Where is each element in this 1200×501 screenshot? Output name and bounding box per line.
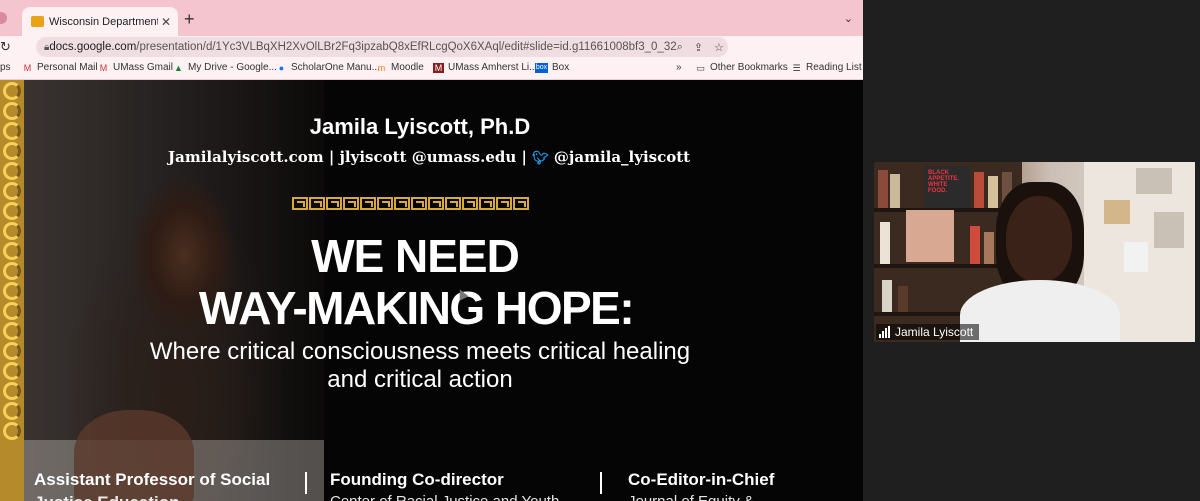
new-tab-button[interactable]: + [184, 10, 195, 28]
role-3: Co-Editor-in-Chief [628, 470, 775, 489]
contact-twitter: @jamila_lyiscott [553, 148, 691, 166]
box-icon: box [535, 62, 548, 73]
url-host: docs.google.com [49, 41, 137, 53]
role-1: Assistant Professor of Social [34, 470, 271, 489]
bookmarks-bar: ps M Personal Mail M UMass Gmail ▲ My Drive… [0, 58, 863, 80]
bookmark-label: Box [552, 62, 570, 73]
role-3-cut: Journal of Equity & [628, 493, 754, 501]
tab-title: Wisconsin Department of Publ [49, 15, 158, 28]
gmail-icon: M [99, 62, 108, 73]
bookmark-label: Reading List [806, 62, 862, 73]
slide-subtitle: Where critical consciousness meets criti… [149, 338, 691, 393]
role-divider [305, 472, 307, 494]
bookmark-label: Personal Mail [37, 62, 98, 73]
slide-title-line2: WAY-MAKING HOPE: [198, 282, 635, 334]
window-control[interactable] [0, 12, 7, 24]
bookmark-label: Other Bookmarks [710, 62, 788, 73]
share-icon[interactable]: ⇪ [694, 41, 703, 54]
bookmark-umass-library[interactable]: M UMass Amherst Li... [433, 62, 537, 73]
slides-favicon-icon [31, 16, 44, 27]
bookmark-label: ps [0, 62, 11, 73]
bookmark-moodle[interactable]: m Moodle [376, 62, 424, 73]
tab-search-icon[interactable]: ⌄ [844, 12, 853, 25]
reload-icon[interactable]: ↻ [0, 39, 11, 55]
folder-icon: ▭ [696, 62, 705, 73]
role-divider [600, 472, 602, 494]
tab-active[interactable]: Wisconsin Department of Publ ✕ [22, 7, 178, 36]
other-bookmarks-folder[interactable]: ▭ Other Bookmarks [695, 62, 788, 73]
slide-title-line1: WE NEED [311, 230, 520, 282]
umass-icon: M [433, 62, 444, 73]
drive-icon: ▲ [174, 62, 183, 73]
twitter-bird-icon: 🐦︎ [532, 151, 549, 166]
bookmark-scholarone[interactable]: ● ScholarOne Manu... [276, 62, 380, 73]
url-path: /presentation/d/1Yc3VLBqXH2XvOlLBr2Fq3ip… [136, 41, 677, 53]
presentation-slide[interactable]: Jamila Lyiscott, Ph.D Jamilalyiscott.com… [0, 80, 863, 501]
bookmark-personal-mail[interactable]: M Personal Mail [22, 62, 98, 73]
gold-spiral-border [0, 80, 24, 501]
role-1-cut: Justice Education [34, 493, 179, 501]
moodle-icon: m [377, 62, 386, 73]
scholarone-icon: ● [278, 62, 285, 73]
tab-close-icon[interactable]: ✕ [158, 15, 174, 29]
address-url: docs.google.com/presentation/d/1Yc3VLBqX… [49, 41, 676, 53]
slide-speaker-name: Jamila Lyiscott, Ph.D [309, 114, 531, 139]
participant-name: Jamila Lyiscott [895, 325, 974, 339]
framed-art [906, 210, 954, 262]
bookmark-umass-gmail[interactable]: M UMass Gmail [98, 62, 173, 73]
slide-roles: Assistant Professor of Social Justice Ed… [0, 468, 863, 501]
address-bar[interactable]: 🔒︎ docs.google.com/presentation/d/1Yc3VL… [36, 37, 728, 57]
role-2: Founding Co-director [330, 470, 504, 489]
mail-icon: M [23, 62, 32, 73]
browser-window: Wisconsin Department of Publ ✕ + ⌄ ↻ 🔒︎ … [0, 0, 863, 501]
bookmark-star-icon[interactable]: ☆ [714, 41, 724, 54]
audio-level-icon [879, 326, 890, 338]
slide-contact-line: Jamilalyiscott.com | jlyiscott @umass.ed… [168, 148, 690, 166]
participant-face [1006, 196, 1072, 282]
bookmarks-overflow-button[interactable]: » [676, 62, 682, 73]
bookmark-label: UMass Gmail [113, 62, 174, 73]
background-book: BLACK APPETITE. WHITE FOOD. [924, 166, 970, 208]
participant-name-tag: Jamila Lyiscott [876, 324, 980, 340]
browser-toolbar: ↻ 🔒︎ docs.google.com/presentation/d/1Yc3… [0, 36, 863, 90]
participant-body [960, 280, 1120, 342]
contact-email: | jlyiscott @umass.edu | [328, 148, 527, 166]
reading-list-icon: ☰ [792, 62, 801, 73]
zoom-icon[interactable]: ⌕ [677, 41, 683, 54]
role-2-cut: Center of Racial Justice and Youth [330, 493, 559, 501]
reading-list-button[interactable]: ☰ Reading List [791, 62, 862, 73]
bookmark-apps[interactable]: ps [0, 62, 11, 73]
bookmark-box[interactable]: box Box [535, 62, 569, 73]
tab-strip: Wisconsin Department of Publ ✕ + ⌄ [0, 0, 863, 36]
gold-meander-ornament [292, 197, 529, 210]
bookmark-label: My Drive - Google... [188, 62, 277, 73]
bookmark-label: ScholarOne Manu... [291, 62, 380, 73]
bookmark-my-drive[interactable]: ▲ My Drive - Google... [173, 62, 277, 73]
bookmark-label: UMass Amherst Li... [448, 62, 538, 73]
participant-video-tile[interactable]: BLACK APPETITE. WHITE FOOD. Jamila Lyisc… [874, 162, 1195, 342]
contact-website: Jamilalyiscott.com [168, 148, 324, 166]
bookmark-label: Moodle [391, 62, 424, 73]
